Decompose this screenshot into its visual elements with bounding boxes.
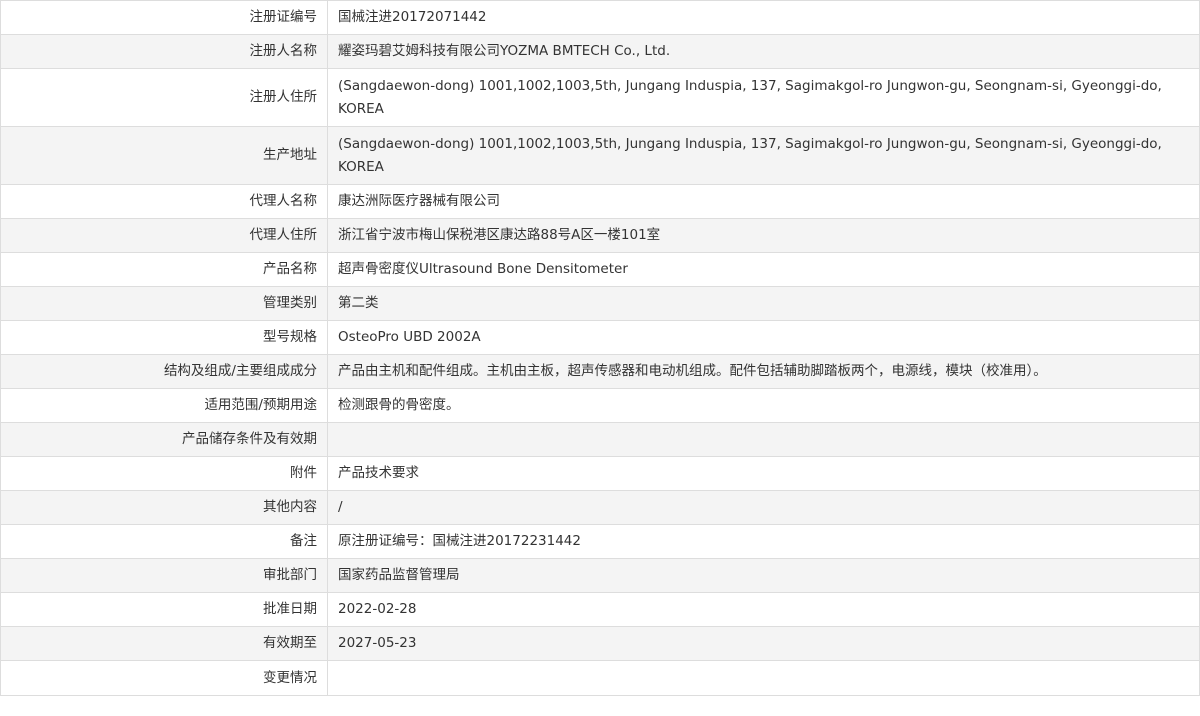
field-label: 注册证编号 — [0, 0, 328, 35]
field-value: 检测跟骨的骨密度。 — [327, 388, 1200, 423]
field-value: 原注册证编号：国械注进20172231442 — [327, 524, 1200, 559]
row-approval-department: 审批部门 国家药品监督管理局 — [0, 558, 1200, 593]
field-value: 国家药品监督管理局 — [327, 558, 1200, 593]
field-value: (Sangdaewon-dong) 1001,1002,1003,5th, Ju… — [327, 68, 1200, 127]
field-value: OsteoPro UBD 2002A — [327, 320, 1200, 355]
row-remarks: 备注 原注册证编号：国械注进20172231442 — [0, 524, 1200, 559]
field-label: 审批部门 — [0, 558, 328, 593]
row-management-category: 管理类别 第二类 — [0, 286, 1200, 321]
row-other-content: 其他内容 / — [0, 490, 1200, 525]
field-value: 2022-02-28 — [327, 592, 1200, 627]
field-label: 其他内容 — [0, 490, 328, 525]
row-model-spec: 型号规格 OsteoPro UBD 2002A — [0, 320, 1200, 355]
field-label: 适用范围/预期用途 — [0, 388, 328, 423]
field-label: 附件 — [0, 456, 328, 491]
row-registrant-address: 注册人住所 (Sangdaewon-dong) 1001,1002,1003,5… — [0, 68, 1200, 127]
row-structure-composition: 结构及组成/主要组成成分 产品由主机和配件组成。主机由主板，超声传感器和电动机组… — [0, 354, 1200, 389]
row-approval-date: 批准日期 2022-02-28 — [0, 592, 1200, 627]
field-value: 浙江省宁波市梅山保税港区康达路88号A区一楼101室 — [327, 218, 1200, 253]
field-value: (Sangdaewon-dong) 1001,1002,1003,5th, Ju… — [327, 126, 1200, 185]
row-production-address: 生产地址 (Sangdaewon-dong) 1001,1002,1003,5t… — [0, 126, 1200, 185]
row-storage-conditions: 产品储存条件及有效期 — [0, 422, 1200, 457]
row-intended-use: 适用范围/预期用途 检测跟骨的骨密度。 — [0, 388, 1200, 423]
row-attachments: 附件 产品技术要求 — [0, 456, 1200, 491]
row-product-name: 产品名称 超声骨密度仪Ultrasound Bone Densitometer — [0, 252, 1200, 287]
field-value: 2027-05-23 — [327, 626, 1200, 661]
field-value — [327, 422, 1200, 457]
field-value: 超声骨密度仪Ultrasound Bone Densitometer — [327, 252, 1200, 287]
field-label: 有效期至 — [0, 626, 328, 661]
field-label: 代理人住所 — [0, 218, 328, 253]
row-valid-until: 有效期至 2027-05-23 — [0, 626, 1200, 661]
field-value — [327, 660, 1200, 696]
field-label: 管理类别 — [0, 286, 328, 321]
field-label: 产品储存条件及有效期 — [0, 422, 328, 457]
row-registrant-name: 注册人名称 耀姿玛碧艾姆科技有限公司YOZMA BMTECH Co., Ltd. — [0, 34, 1200, 69]
field-label: 代理人名称 — [0, 184, 328, 219]
field-value: 耀姿玛碧艾姆科技有限公司YOZMA BMTECH Co., Ltd. — [327, 34, 1200, 69]
field-label: 注册人住所 — [0, 68, 328, 127]
field-label: 备注 — [0, 524, 328, 559]
field-value: 国械注进20172071442 — [327, 0, 1200, 35]
row-agent-address: 代理人住所 浙江省宁波市梅山保税港区康达路88号A区一楼101室 — [0, 218, 1200, 253]
row-agent-name: 代理人名称 康达洲际医疗器械有限公司 — [0, 184, 1200, 219]
field-value: 产品技术要求 — [327, 456, 1200, 491]
field-label: 变更情况 — [0, 660, 328, 696]
field-label: 结构及组成/主要组成成分 — [0, 354, 328, 389]
field-label: 注册人名称 — [0, 34, 328, 69]
field-value: 第二类 — [327, 286, 1200, 321]
field-label: 批准日期 — [0, 592, 328, 627]
field-value: 康达洲际医疗器械有限公司 — [327, 184, 1200, 219]
field-value: / — [327, 490, 1200, 525]
field-label: 型号规格 — [0, 320, 328, 355]
field-label: 生产地址 — [0, 126, 328, 185]
row-change-history: 变更情况 — [0, 660, 1200, 696]
row-registration-number: 注册证编号 国械注进20172071442 — [0, 0, 1200, 35]
field-label: 产品名称 — [0, 252, 328, 287]
registration-detail-table: 注册证编号 国械注进20172071442 注册人名称 耀姿玛碧艾姆科技有限公司… — [0, 0, 1200, 696]
field-value: 产品由主机和配件组成。主机由主板，超声传感器和电动机组成。配件包括辅助脚踏板两个… — [327, 354, 1200, 389]
